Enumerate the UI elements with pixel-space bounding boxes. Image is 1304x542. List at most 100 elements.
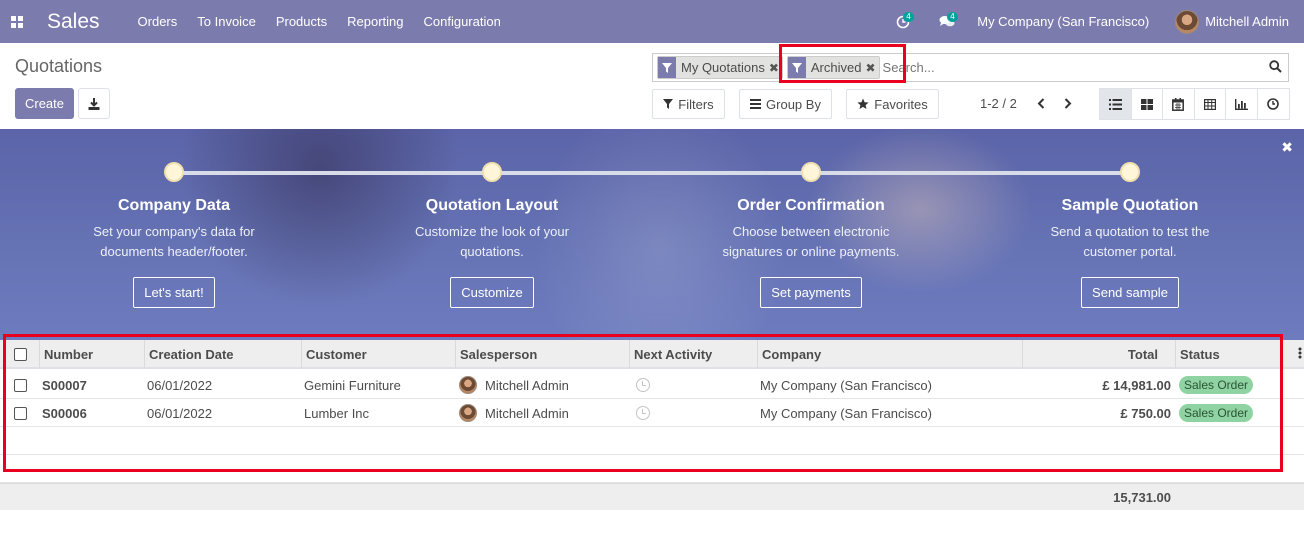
cell-number: S00007 (42, 377, 87, 393)
select-all-checkbox[interactable] (14, 348, 27, 361)
filter-icon (787, 57, 806, 78)
column-next-activity[interactable]: Next Activity (629, 340, 757, 369)
pager-value[interactable]: 1-2 / 2 (980, 96, 1017, 111)
step-dot (801, 162, 821, 182)
menu-reporting[interactable]: Reporting (347, 14, 403, 29)
cell-creation-date: 06/01/2022 (147, 377, 213, 393)
facet-remove-icon[interactable]: ✖ (865, 61, 875, 75)
facet-value: Archived (810, 60, 862, 75)
filters-button[interactable]: Filters (652, 89, 725, 119)
row-checkbox[interactable] (14, 406, 27, 420)
cell-status: Sales Order (1179, 399, 1254, 427)
customize-button[interactable]: Customize (450, 277, 534, 308)
activity-count-badge: 4 (903, 11, 914, 22)
cell-next-activity[interactable] (636, 371, 650, 399)
list-footer: 15,731.00 (0, 483, 1304, 510)
status-badge: Sales Order (1179, 404, 1254, 422)
step-dot (482, 162, 502, 182)
apps-menu-icon[interactable] (2, 0, 32, 43)
filter-icon (663, 99, 674, 109)
favorites-button[interactable]: Favorites (846, 89, 939, 119)
step-title: Company Data (117, 197, 231, 214)
graph-view-icon[interactable] (1226, 89, 1258, 119)
activity-view-icon[interactable] (1257, 89, 1289, 119)
search-input[interactable] (882, 60, 1263, 75)
calendar-view-icon[interactable] (1163, 89, 1195, 119)
optional-columns-icon[interactable] (1298, 347, 1302, 362)
column-creation-date[interactable]: Creation Date (144, 340, 301, 369)
messaging-systray[interactable]: 4 (935, 10, 959, 34)
facet-value: My Quotations (681, 60, 765, 75)
company-switcher[interactable]: My Company (San Francisco) (977, 14, 1149, 29)
menu-configuration[interactable]: Configuration (424, 14, 501, 29)
menu-products[interactable]: Products (276, 14, 327, 29)
column-company[interactable]: Company (757, 340, 1022, 369)
column-total[interactable]: Total (1022, 340, 1175, 369)
user-avatar[interactable] (1175, 9, 1200, 34)
breadcrumb: Quotations (15, 56, 103, 76)
activity-systray[interactable]: 4 (891, 10, 915, 34)
pager-next-icon[interactable] (1061, 96, 1075, 110)
cell-salesperson: Mitchell Admin (459, 399, 569, 427)
table-row[interactable]: S00007 06/01/2022 Gemini Furniture Mitch… (0, 371, 1304, 399)
step-title: Quotation Layout (425, 197, 559, 214)
cell-company: My Company (San Francisco) (760, 405, 932, 421)
step-description: Send a quotation to test the customer por… (1050, 224, 1210, 259)
row-checkbox[interactable] (14, 378, 27, 392)
salesperson-avatar (459, 404, 477, 422)
bars-icon (750, 99, 762, 109)
row-checkbox-cell (14, 399, 27, 427)
search-icon[interactable] (1269, 60, 1282, 76)
activity-clock-icon[interactable] (636, 378, 650, 392)
cell-creation-date: 06/01/2022 (147, 405, 213, 421)
facet-remove-icon[interactable]: ✖ (769, 61, 779, 75)
cell-company: My Company (San Francisco) (760, 377, 932, 393)
cell-customer: Lumber Inc (304, 405, 370, 421)
set-payments-button[interactable]: Set payments (760, 277, 862, 308)
app-name[interactable]: Sales (47, 10, 100, 34)
table-row[interactable]: S00006 06/01/2022 Lumber Inc Mitchell Ad… (0, 399, 1304, 427)
step-title: Order Confirmation (737, 197, 885, 214)
user-menu[interactable]: Mitchell Admin (1205, 14, 1289, 29)
cell-status: Sales Order (1179, 371, 1254, 399)
step-dot (164, 162, 184, 182)
cell-customer: Gemini Furniture (304, 377, 401, 393)
step-order-confirmation: Order Confirmation Choose between electr… (691, 197, 931, 308)
activity-clock-icon[interactable] (636, 406, 650, 420)
kanban-view-icon[interactable] (1131, 89, 1163, 119)
column-status[interactable]: Status (1175, 340, 1279, 369)
step-description: Choose between electronic signatures or o… (722, 224, 900, 259)
search-facet-my-quotations: My Quotations ✖ (657, 56, 783, 79)
status-badge: Sales Order (1179, 376, 1254, 394)
column-customer[interactable]: Customer (301, 340, 455, 369)
list-view-icon[interactable] (1100, 89, 1132, 119)
column-number[interactable]: Number (39, 340, 144, 369)
message-count-badge: 4 (947, 11, 958, 22)
pager-previous-icon[interactable] (1034, 96, 1048, 110)
column-salesperson[interactable]: Salesperson (455, 340, 629, 369)
onboarding-banner: ✖ Company Data Set your company's data f… (0, 129, 1304, 340)
step-title: Sample Quotation (1061, 197, 1199, 214)
close-icon[interactable]: ✖ (1281, 139, 1293, 156)
empty-row (0, 455, 1304, 483)
menu-orders[interactable]: Orders (138, 14, 178, 29)
systray: 4 4 My Company (San Francisco) Mitchell … (891, 0, 1304, 43)
cell-next-activity[interactable] (636, 399, 650, 427)
select-all-checkbox-cell (0, 340, 39, 369)
view-switcher (1099, 88, 1290, 120)
top-navbar: Sales Orders To Invoice Products Reporti… (0, 0, 1304, 43)
download-icon (88, 97, 100, 110)
cell-total: £ 14,981.00 (1102, 377, 1171, 393)
cell-number: S00006 (42, 405, 87, 421)
lets-start-button[interactable]: Let's start! (133, 277, 215, 308)
create-button[interactable]: Create (15, 88, 74, 119)
menu-to-invoice[interactable]: To Invoice (197, 14, 256, 29)
export-button[interactable] (78, 88, 110, 119)
cell-salesperson: Mitchell Admin (459, 371, 569, 399)
group-by-button[interactable]: Group By (739, 89, 832, 119)
filters-label: Filters (678, 96, 714, 112)
pivot-view-icon[interactable] (1194, 89, 1226, 119)
send-sample-button[interactable]: Send sample (1081, 277, 1179, 308)
cell-total: £ 750.00 (1120, 405, 1171, 421)
favorites-label: Favorites (874, 96, 928, 112)
